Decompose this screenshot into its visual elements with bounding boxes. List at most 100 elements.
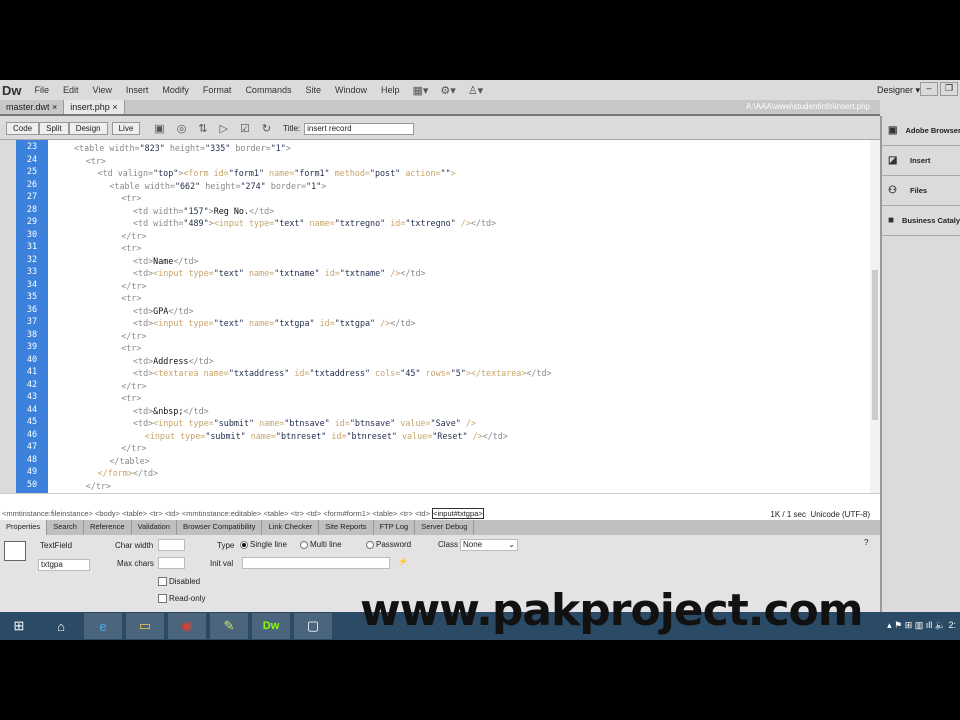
panel-tab-server-debug[interactable]: Server Debug: [415, 520, 475, 535]
panel-insert[interactable]: ◪ Insert: [882, 146, 960, 176]
code-line[interactable]: <td width="157">Reg No.</td>: [133, 205, 274, 217]
menu-window[interactable]: Window: [328, 85, 374, 95]
tag-selector-item[interactable]: <tr>: [400, 509, 413, 518]
notepad-icon[interactable]: ✎: [210, 613, 248, 639]
menu-edit[interactable]: Edit: [56, 85, 86, 95]
system-tray[interactable]: ▴ ⚑ ⊞ ▥ ıll 🔈 2:: [887, 620, 956, 631]
radio-password[interactable]: Password: [366, 540, 411, 549]
panel-tab-ftp-log[interactable]: FTP Log: [374, 520, 416, 535]
tag-selector-item[interactable]: <td>: [165, 509, 180, 518]
tag-selector-item[interactable]: <tr>: [149, 509, 162, 518]
menu-file[interactable]: File: [28, 85, 57, 95]
home-icon[interactable]: ⌂: [42, 613, 80, 639]
design-view-button[interactable]: Design: [68, 122, 108, 135]
menu-insert[interactable]: Insert: [119, 85, 156, 95]
gear-icon[interactable]: ⚙▾: [440, 84, 455, 97]
radio-single-line[interactable]: Single line: [240, 540, 287, 549]
chrome-icon[interactable]: ◉: [168, 613, 206, 639]
title-input[interactable]: insert record: [304, 122, 415, 135]
code-line[interactable]: <tr>: [121, 292, 141, 304]
max-chars-input[interactable]: [158, 557, 185, 569]
vertical-scrollbar[interactable]: [870, 140, 880, 493]
menu-view[interactable]: View: [86, 85, 119, 95]
name-input[interactable]: txtgpa: [38, 559, 90, 571]
dreamweaver-taskbar-icon[interactable]: Dw: [252, 613, 290, 639]
code-line[interactable]: <td><input type="text" name="txtname" id…: [133, 267, 426, 279]
help-icon[interactable]: ?: [864, 538, 868, 547]
recorder-icon[interactable]: ▢: [294, 613, 332, 639]
menu-modify[interactable]: Modify: [155, 85, 196, 95]
code-line[interactable]: </tr>: [121, 442, 146, 454]
code-line[interactable]: <tr>: [86, 155, 106, 167]
code-line[interactable]: </table>: [109, 455, 149, 467]
menu-format[interactable]: Format: [196, 85, 239, 95]
code-line[interactable]: <td>GPA</td>: [133, 305, 194, 317]
code-line[interactable]: </tr>: [86, 480, 111, 492]
code-line[interactable]: </tr>: [121, 280, 146, 292]
panel-files[interactable]: ⚇ Files: [882, 176, 960, 206]
tab-master-dwt[interactable]: master.dwt ×: [0, 100, 65, 114]
init-val-input[interactable]: [242, 557, 390, 569]
multiscreen-icon[interactable]: ▣: [154, 122, 164, 135]
code-line[interactable]: <td>&nbsp;</td>: [133, 405, 209, 417]
tag-selector-item[interactable]: <tr>: [291, 509, 304, 518]
start-windows-icon[interactable]: ⊞: [0, 613, 38, 639]
panel-tab-properties[interactable]: Properties: [0, 520, 48, 535]
panel-tab-validation[interactable]: Validation: [132, 520, 177, 535]
code-line[interactable]: <td>Name</td>: [133, 255, 199, 267]
panel-tab-browser-compatibility[interactable]: Browser Compatibility: [177, 520, 263, 535]
radio-multi-line[interactable]: Multi line: [300, 540, 342, 549]
tag-selector-item[interactable]: <mmtinstance:editable>: [182, 509, 262, 518]
restore-button[interactable]: ❐: [940, 82, 958, 96]
w3c-validation-icon[interactable]: ▷: [220, 122, 228, 135]
tag-selector-item[interactable]: <td>: [306, 509, 321, 518]
file-explorer-icon[interactable]: ▭: [126, 613, 164, 639]
refresh-icon[interactable]: ↻: [262, 122, 271, 135]
code-line[interactable]: <tr>: [121, 242, 141, 254]
code-editor[interactable]: 23 24 25 26 27 28 29 30 31 32 33 34 35 36 37 38 39 40 41 42…: [16, 140, 880, 493]
tag-selector-item[interactable]: <form#form1>: [323, 509, 370, 518]
code-line[interactable]: <tr>: [121, 342, 141, 354]
code-line[interactable]: <td><input type="text" name="txtgpa" id=…: [133, 317, 415, 329]
panel-tab-search[interactable]: Search: [47, 520, 84, 535]
readonly-checkbox[interactable]: Read-only: [158, 594, 205, 604]
live-view-button[interactable]: Live: [111, 122, 141, 135]
site-icon[interactable]: ♙▾: [468, 84, 483, 97]
tag-selector-item[interactable]: <table>: [264, 509, 289, 518]
tag-selector-item[interactable]: <td>: [415, 509, 430, 518]
tag-selector-item[interactable]: <table>: [372, 509, 397, 518]
panel-tab-reference[interactable]: Reference: [84, 520, 132, 535]
code-line[interactable]: <td width="489"><input type="text" name=…: [133, 217, 496, 229]
code-line[interactable]: <td valign="top"><form id="form1" name="…: [98, 167, 456, 179]
panel-tab-link-checker[interactable]: Link Checker: [262, 520, 320, 535]
code-view-button[interactable]: Code: [6, 122, 40, 135]
tag-selector-item[interactable]: <table>: [122, 509, 147, 518]
panel-business-catalyst[interactable]: ■ Business Catalyst: [882, 206, 960, 236]
visual-aids-icon[interactable]: ☑: [240, 122, 250, 135]
tab-insert-php[interactable]: insert.php ×: [64, 100, 125, 114]
file-management-icon[interactable]: ⇅: [198, 122, 207, 135]
char-width-input[interactable]: [158, 539, 185, 551]
code-line[interactable]: <td>Address</td>: [133, 355, 214, 367]
tag-selector-selected[interactable]: <input#txtgpa>: [432, 508, 484, 519]
preview-browser-icon[interactable]: ◎: [177, 122, 187, 135]
menu-site[interactable]: Site: [298, 85, 328, 95]
coding-toolbar[interactable]: [0, 140, 16, 493]
code-line[interactable]: <table width="823" height="335" border="…: [74, 142, 291, 154]
menu-help[interactable]: Help: [374, 85, 407, 95]
code-line[interactable]: <table width="662" height="274" border="…: [109, 180, 326, 192]
split-view-button[interactable]: Split: [39, 122, 69, 135]
dynamic-icon[interactable]: ⚡: [398, 557, 408, 566]
code-line[interactable]: <tr>: [121, 192, 141, 204]
code-line[interactable]: </form></td>: [98, 467, 159, 479]
clock[interactable]: 2:: [948, 620, 956, 630]
code-line[interactable]: <td><textarea name="txtaddress" id="txta…: [133, 367, 552, 379]
scroll-thumb[interactable]: [872, 270, 878, 420]
code-line[interactable]: </tr>: [121, 380, 146, 392]
code-line[interactable]: <tr>: [121, 392, 141, 404]
panel-adobe-browserlab[interactable]: ▣ Adobe BrowserLab: [882, 116, 960, 146]
code-line[interactable]: </tr>: [121, 330, 146, 342]
menu-commands[interactable]: Commands: [238, 85, 298, 95]
internet-explorer-icon[interactable]: e: [84, 613, 122, 639]
code-line[interactable]: <input type="submit" name="btnreset" id=…: [145, 430, 508, 442]
